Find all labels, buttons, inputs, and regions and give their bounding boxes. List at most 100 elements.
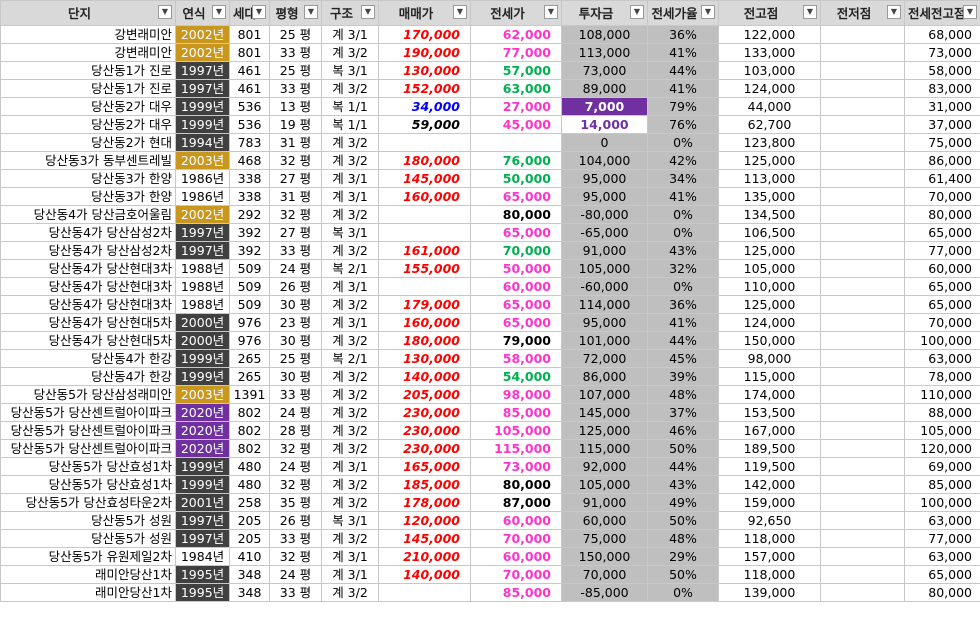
cell-jeonse-price[interactable]: 65,000 bbox=[470, 223, 562, 242]
cell-investment[interactable]: 7,000 bbox=[561, 97, 648, 116]
cell-prev-high[interactable]: 189,500 bbox=[718, 439, 821, 458]
cell-year[interactable]: 1988년 bbox=[175, 295, 230, 314]
cell-complex[interactable]: 당산동2가 현대 bbox=[0, 133, 176, 152]
cell-sale-price[interactable]: 160,000 bbox=[378, 187, 471, 206]
cell-jeonse-prev-high[interactable]: 85,000 bbox=[904, 475, 980, 494]
cell-pyeong[interactable]: 30 평 bbox=[269, 331, 322, 350]
cell-jeonse-prev-high[interactable]: 31,000 bbox=[904, 97, 980, 116]
cell-investment[interactable]: 107,000 bbox=[561, 385, 648, 404]
cell-pyeong[interactable]: 33 평 bbox=[269, 79, 322, 98]
cell-structure[interactable]: 계 3/2 bbox=[321, 79, 379, 98]
cell-pyeong[interactable]: 25 평 bbox=[269, 61, 322, 80]
cell-year[interactable]: 2020년 bbox=[175, 421, 230, 440]
cell-prev-high[interactable]: 157,000 bbox=[718, 547, 821, 566]
cell-jeonse-price[interactable]: 57,000 bbox=[470, 61, 562, 80]
cell-prev-high[interactable]: 153,500 bbox=[718, 403, 821, 422]
cell-jeonse-price[interactable]: 73,000 bbox=[470, 457, 562, 476]
cell-jeonse-price[interactable]: 60,000 bbox=[470, 547, 562, 566]
cell-year[interactable]: 1999년 bbox=[175, 457, 230, 476]
cell-investment[interactable]: -65,000 bbox=[561, 223, 648, 242]
cell-jeonse-ratio[interactable]: 43% bbox=[647, 475, 719, 494]
cell-households[interactable]: 392 bbox=[229, 241, 270, 260]
cell-investment[interactable]: -60,000 bbox=[561, 277, 648, 296]
cell-sale-price[interactable]: 180,000 bbox=[378, 331, 471, 350]
cell-structure[interactable]: 계 3/2 bbox=[321, 43, 379, 62]
cell-jeonse-ratio[interactable]: 37% bbox=[647, 403, 719, 422]
cell-structure[interactable]: 계 3/1 bbox=[321, 565, 379, 584]
cell-prev-low[interactable] bbox=[820, 223, 905, 242]
cell-households[interactable]: 480 bbox=[229, 475, 270, 494]
cell-jeonse-ratio[interactable]: 44% bbox=[647, 61, 719, 80]
cell-pyeong[interactable]: 26 평 bbox=[269, 277, 322, 296]
cell-structure[interactable]: 계 3/2 bbox=[321, 133, 379, 152]
cell-prev-low[interactable] bbox=[820, 529, 905, 548]
cell-sale-price[interactable]: 170,000 bbox=[378, 25, 471, 44]
cell-jeonse-ratio[interactable]: 41% bbox=[647, 187, 719, 206]
cell-prev-high[interactable]: 174,000 bbox=[718, 385, 821, 404]
cell-structure[interactable]: 계 3/1 bbox=[321, 169, 379, 188]
cell-prev-high[interactable]: 118,000 bbox=[718, 529, 821, 548]
cell-households[interactable]: 1391 bbox=[229, 385, 270, 404]
cell-households[interactable]: 338 bbox=[229, 169, 270, 188]
cell-households[interactable]: 801 bbox=[229, 43, 270, 62]
cell-year[interactable]: 1986년 bbox=[175, 169, 230, 188]
cell-prev-high[interactable]: 106,500 bbox=[718, 223, 821, 242]
cell-households[interactable]: 258 bbox=[229, 493, 270, 512]
cell-year[interactable]: 1994년 bbox=[175, 133, 230, 152]
cell-pyeong[interactable]: 33 평 bbox=[269, 529, 322, 548]
cell-complex[interactable]: 당산동1가 진로 bbox=[0, 79, 176, 98]
cell-jeonse-price[interactable]: 115,000 bbox=[470, 439, 562, 458]
cell-prev-low[interactable] bbox=[820, 511, 905, 530]
cell-year[interactable]: 2020년 bbox=[175, 403, 230, 422]
cell-pyeong[interactable]: 28 평 bbox=[269, 421, 322, 440]
cell-investment[interactable]: 125,000 bbox=[561, 421, 648, 440]
cell-jeonse-prev-high[interactable]: 105,000 bbox=[904, 421, 980, 440]
cell-structure[interactable]: 계 3/2 bbox=[321, 241, 379, 260]
cell-jeonse-prev-high[interactable]: 88,000 bbox=[904, 403, 980, 422]
cell-sale-price[interactable]: 152,000 bbox=[378, 79, 471, 98]
cell-complex[interactable]: 당산동5가 당산센트럴아이파크 bbox=[0, 439, 176, 458]
cell-jeonse-ratio[interactable]: 0% bbox=[647, 205, 719, 224]
cell-prev-low[interactable] bbox=[820, 331, 905, 350]
cell-households[interactable]: 392 bbox=[229, 223, 270, 242]
cell-jeonse-prev-high[interactable]: 120,000 bbox=[904, 439, 980, 458]
cell-sale-price[interactable]: 180,000 bbox=[378, 151, 471, 170]
cell-structure[interactable]: 계 3/2 bbox=[321, 439, 379, 458]
cell-year[interactable]: 1995년 bbox=[175, 583, 230, 602]
cell-prev-low[interactable] bbox=[820, 187, 905, 206]
cell-households[interactable]: 265 bbox=[229, 349, 270, 368]
cell-prev-low[interactable] bbox=[820, 79, 905, 98]
cell-jeonse-ratio[interactable]: 41% bbox=[647, 43, 719, 62]
filter-dropdown-icon[interactable]: ▼ bbox=[252, 5, 266, 19]
cell-jeonse-prev-high[interactable]: 110,000 bbox=[904, 385, 980, 404]
cell-structure[interactable]: 계 3/2 bbox=[321, 403, 379, 422]
cell-structure[interactable]: 계 3/2 bbox=[321, 529, 379, 548]
cell-structure[interactable]: 계 3/1 bbox=[321, 187, 379, 206]
cell-jeonse-price[interactable]: 85,000 bbox=[470, 583, 562, 602]
cell-jeonse-prev-high[interactable]: 75,000 bbox=[904, 133, 980, 152]
cell-jeonse-price[interactable]: 87,000 bbox=[470, 493, 562, 512]
cell-jeonse-ratio[interactable]: 48% bbox=[647, 385, 719, 404]
cell-structure[interactable]: 계 3/2 bbox=[321, 475, 379, 494]
cell-prev-high[interactable]: 125,000 bbox=[718, 241, 821, 260]
cell-sale-price[interactable] bbox=[378, 223, 471, 242]
cell-jeonse-prev-high[interactable]: 63,000 bbox=[904, 511, 980, 530]
cell-jeonse-ratio[interactable]: 39% bbox=[647, 367, 719, 386]
cell-complex[interactable]: 당산동4가 한강 bbox=[0, 349, 176, 368]
cell-sale-price[interactable] bbox=[378, 205, 471, 224]
cell-investment[interactable]: 115,000 bbox=[561, 439, 648, 458]
cell-structure[interactable]: 계 3/1 bbox=[321, 547, 379, 566]
cell-investment[interactable]: 92,000 bbox=[561, 457, 648, 476]
cell-year[interactable]: 1986년 bbox=[175, 187, 230, 206]
cell-structure[interactable]: 계 3/1 bbox=[321, 25, 379, 44]
cell-jeonse-ratio[interactable]: 0% bbox=[647, 583, 719, 602]
cell-pyeong[interactable]: 33 평 bbox=[269, 43, 322, 62]
cell-year[interactable]: 1997년 bbox=[175, 241, 230, 260]
cell-pyeong[interactable]: 19 평 bbox=[269, 115, 322, 134]
cell-households[interactable]: 802 bbox=[229, 421, 270, 440]
cell-jeonse-price[interactable] bbox=[470, 133, 562, 152]
cell-year[interactable]: 1995년 bbox=[175, 565, 230, 584]
cell-pyeong[interactable]: 33 평 bbox=[269, 241, 322, 260]
cell-prev-low[interactable] bbox=[820, 295, 905, 314]
cell-investment[interactable]: 14,000 bbox=[561, 115, 648, 134]
